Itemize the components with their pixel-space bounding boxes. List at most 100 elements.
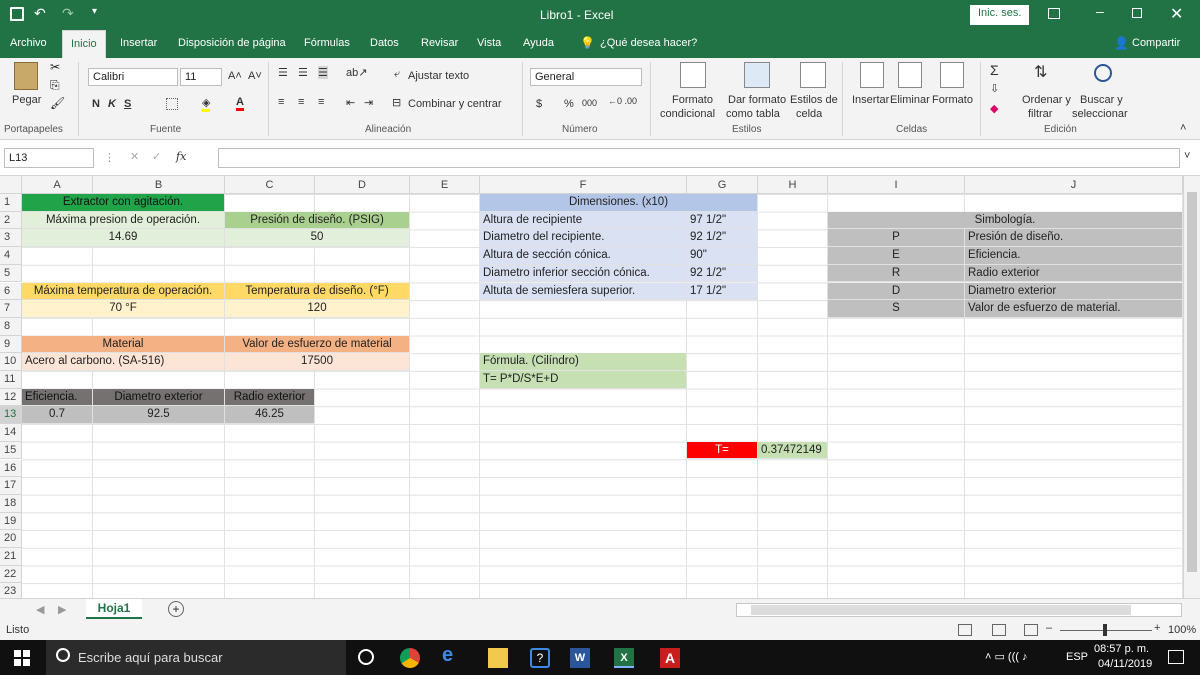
row-header-11[interactable]: 11 bbox=[0, 371, 22, 389]
cell-i7[interactable]: S bbox=[828, 300, 965, 318]
search-icon[interactable] bbox=[1094, 64, 1112, 82]
expand-formula-icon[interactable]: ˅ bbox=[1184, 150, 1190, 162]
row-header-18[interactable]: 18 bbox=[0, 494, 22, 513]
increase-indent-icon[interactable]: ⇥ bbox=[364, 96, 373, 109]
row-header-22[interactable]: 22 bbox=[0, 565, 22, 584]
align-top-icon[interactable]: ☰ bbox=[278, 66, 288, 79]
conditional-format-icon[interactable] bbox=[680, 62, 706, 88]
cell-a13[interactable]: 0.7 bbox=[22, 406, 93, 425]
row-header-15[interactable]: 15 bbox=[0, 441, 22, 460]
clipboard-icon[interactable] bbox=[14, 62, 38, 90]
cell-styles-button-2[interactable]: celda bbox=[796, 108, 822, 120]
cell-c3[interactable]: 50 bbox=[225, 229, 410, 248]
align-left-icon[interactable]: ≡ bbox=[278, 96, 284, 108]
zoom-level[interactable]: 100% bbox=[1168, 624, 1196, 636]
cell-c12[interactable]: Radio exterior bbox=[225, 388, 315, 407]
column-header-j[interactable]: J bbox=[965, 176, 1183, 194]
format-table-icon[interactable] bbox=[744, 62, 770, 88]
cell-a1[interactable]: Extractor con agitación. bbox=[22, 194, 225, 212]
name-box[interactable]: L13 bbox=[4, 148, 94, 168]
formula-input[interactable] bbox=[218, 148, 1180, 168]
decrease-indent-icon[interactable]: ⇤ bbox=[346, 96, 355, 109]
cell-j3[interactable]: Presión de diseño. bbox=[965, 229, 1183, 248]
shrink-font-icon[interactable]: A˅ bbox=[248, 70, 262, 82]
row-header-17[interactable]: 17 bbox=[0, 477, 22, 495]
cell-f6[interactable]: Altuta de semiesfera superior. bbox=[480, 282, 687, 301]
zoom-out-icon[interactable]: – bbox=[1046, 622, 1052, 634]
cell-a10[interactable]: Acero al carbono. (SA-516) bbox=[22, 353, 225, 371]
font-name-select[interactable]: Calibri bbox=[88, 68, 178, 86]
row-header-12[interactable]: 12 bbox=[0, 388, 22, 407]
row-header-1[interactable]: 1 bbox=[0, 194, 22, 212]
cell-c9[interactable]: Valor de esfuerzo de material bbox=[225, 335, 410, 354]
help-app-icon[interactable]: ? bbox=[530, 648, 550, 668]
cell-i5[interactable]: R bbox=[828, 264, 965, 283]
align-middle-icon[interactable]: ☰ bbox=[298, 66, 308, 79]
cell-styles-button[interactable]: Estilos de bbox=[790, 94, 838, 106]
cell-f3[interactable]: Diametro del recipiente. bbox=[480, 229, 687, 248]
cell-j4[interactable]: Eficiencia. bbox=[965, 247, 1183, 265]
wrap-text-button[interactable]: Ajustar texto bbox=[408, 70, 469, 82]
cell-a6[interactable]: Máxima temperatura de operación. bbox=[22, 282, 225, 301]
column-header-e[interactable]: E bbox=[410, 176, 480, 194]
formula-options-icon[interactable]: ⋮ bbox=[104, 151, 115, 164]
cell-i6[interactable]: D bbox=[828, 282, 965, 301]
word-icon[interactable]: W bbox=[570, 648, 590, 668]
format-table-button-2[interactable]: como tabla bbox=[726, 108, 780, 120]
align-center-icon[interactable]: ≡ bbox=[298, 96, 304, 108]
chrome-icon[interactable] bbox=[400, 648, 420, 668]
row-header-19[interactable]: 19 bbox=[0, 512, 22, 531]
column-header-d[interactable]: D bbox=[315, 176, 410, 194]
insert-cells-icon[interactable] bbox=[860, 62, 884, 88]
cell-g5[interactable]: 92 1/2" bbox=[687, 264, 758, 283]
cell-f4[interactable]: Altura de sección cónica. bbox=[480, 247, 687, 265]
zoom-slider-thumb[interactable] bbox=[1103, 624, 1107, 636]
tab-revisar[interactable]: Revisar bbox=[421, 30, 458, 58]
save-icon[interactable] bbox=[10, 7, 24, 21]
row-header-16[interactable]: 16 bbox=[0, 459, 22, 478]
tab-insertar[interactable]: Insertar bbox=[120, 30, 157, 58]
column-header-h[interactable]: H bbox=[758, 176, 828, 194]
tab-inicio[interactable]: Inicio bbox=[62, 30, 106, 58]
font-color-icon[interactable]: A bbox=[236, 96, 244, 111]
row-header-3[interactable]: 3 bbox=[0, 229, 22, 248]
minimize-icon[interactable]: – bbox=[1096, 3, 1104, 19]
edge-icon[interactable]: e bbox=[442, 644, 462, 666]
row-header-7[interactable]: 7 bbox=[0, 300, 22, 318]
cell-g6[interactable]: 17 1/2" bbox=[687, 282, 758, 301]
horizontal-scrollbar[interactable] bbox=[736, 603, 1182, 617]
paste-button[interactable]: Pegar bbox=[12, 94, 41, 106]
copy-icon[interactable]: ⎘ bbox=[50, 78, 60, 93]
cell-j5[interactable]: Radio exterior bbox=[965, 264, 1183, 283]
undo-icon[interactable]: ↶ bbox=[34, 5, 46, 22]
row-header-10[interactable]: 10 bbox=[0, 353, 22, 371]
fill-color-icon[interactable]: ◈ bbox=[202, 96, 211, 112]
row-header-13[interactable]: 13 bbox=[0, 406, 22, 425]
cell-a9[interactable]: Material bbox=[22, 335, 225, 354]
next-sheet-icon[interactable]: ▶ bbox=[58, 603, 66, 616]
customize-qat-icon[interactable]: ▾ bbox=[92, 6, 97, 17]
cell-styles-icon[interactable] bbox=[800, 62, 826, 88]
close-icon[interactable]: ✕ bbox=[1170, 4, 1183, 24]
clear-icon[interactable]: ◆ bbox=[990, 102, 998, 115]
row-header-14[interactable]: 14 bbox=[0, 424, 22, 442]
cell-g2[interactable]: 97 1/2" bbox=[687, 211, 758, 230]
page-layout-icon[interactable] bbox=[992, 624, 1006, 636]
prev-sheet-icon[interactable]: ◀ bbox=[36, 603, 44, 616]
row-header-5[interactable]: 5 bbox=[0, 264, 22, 283]
cell-c13[interactable]: 46.25 bbox=[225, 406, 315, 425]
cell-g4[interactable]: 90" bbox=[687, 247, 758, 265]
cell-a12[interactable]: Eficiencia. bbox=[22, 388, 93, 407]
row-header-4[interactable]: 4 bbox=[0, 247, 22, 265]
fill-icon[interactable]: ⇩ bbox=[990, 82, 999, 95]
format-cells-button[interactable]: Formato bbox=[932, 94, 973, 106]
tell-me-search[interactable]: ¿Qué desea hacer? bbox=[600, 30, 697, 58]
wrap-text-icon[interactable]: ⤶ bbox=[394, 68, 400, 81]
align-bottom-icon[interactable]: ☰ bbox=[318, 66, 328, 79]
cell-i4[interactable]: E bbox=[828, 247, 965, 265]
cell-g3[interactable]: 92 1/2" bbox=[687, 229, 758, 248]
tab-ayuda[interactable]: Ayuda bbox=[523, 30, 554, 58]
format-table-button[interactable]: Dar formato bbox=[728, 94, 786, 106]
sign-in-button[interactable]: Inic. ses. bbox=[970, 5, 1030, 25]
tab-archivo[interactable]: Archivo bbox=[10, 30, 47, 58]
